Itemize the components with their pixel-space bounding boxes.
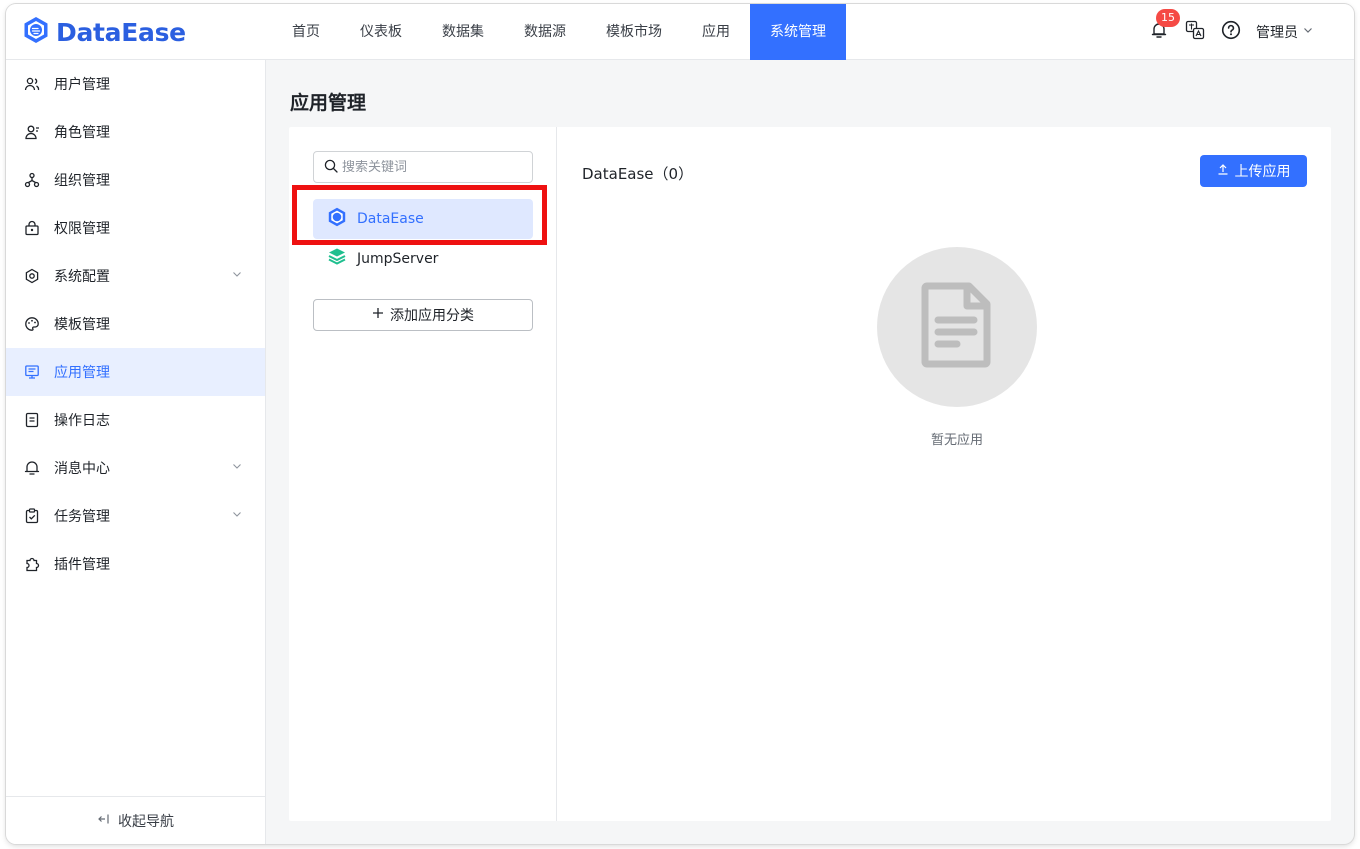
sidebar-item-plugin-management[interactable]: 插件管理 <box>6 540 265 588</box>
empty-state-text: 暂无应用 <box>930 433 983 448</box>
nav-item-system-management[interactable]: 系统管理 <box>750 4 846 60</box>
category-label: DataEase <box>357 211 424 227</box>
search-icon <box>324 158 338 177</box>
upload-icon <box>1217 163 1229 179</box>
jumpserver-logo-icon <box>327 247 347 271</box>
app-window: DataEase 首页 仪表板 数据集 数据源 模板市场 应用 系统管理 15 <box>6 4 1354 844</box>
bell-icon <box>24 460 40 476</box>
chevron-down-icon <box>231 460 243 476</box>
help-button[interactable] <box>1220 20 1242 44</box>
nav-item-apps[interactable]: 应用 <box>682 4 750 60</box>
sidebar-item-app-management[interactable]: 应用管理 <box>6 348 265 396</box>
chevron-down-icon <box>231 268 243 284</box>
dataease-logo-icon <box>22 16 50 48</box>
palette-icon <box>24 316 40 332</box>
sidebar-item-operation-log[interactable]: 操作日志 <box>6 396 265 444</box>
upload-app-button[interactable]: 上传应用 <box>1200 155 1307 187</box>
page-title: 应用管理 <box>290 92 367 114</box>
language-button[interactable] <box>1184 20 1206 44</box>
logo[interactable]: DataEase <box>22 14 186 50</box>
sidebar-item-label: 插件管理 <box>54 557 110 573</box>
top-bar: DataEase 首页 仪表板 数据集 数据源 模板市场 应用 系统管理 15 <box>6 4 1354 60</box>
app-list-area: DataEase（0） 上传应用 暂无应用 <box>558 127 1331 821</box>
users-icon <box>24 76 40 92</box>
gear-icon <box>24 268 40 284</box>
nav-item-dashboard[interactable]: 仪表板 <box>340 4 422 60</box>
app-panel: DataEase JumpServer 添加应用分类 <box>289 127 1331 821</box>
notification-badge: 15 <box>1156 9 1180 27</box>
chevron-down-icon <box>1302 24 1314 40</box>
user-menu[interactable]: 管理员 <box>1256 22 1314 42</box>
org-icon <box>24 172 40 188</box>
sidebar-item-role-management[interactable]: 角色管理 <box>6 108 265 156</box>
sidebar-item-org-management[interactable]: 组织管理 <box>6 156 265 204</box>
help-icon <box>1221 20 1241 44</box>
nav-item-template-market[interactable]: 模板市场 <box>586 4 682 60</box>
sidebar-item-system-config[interactable]: 系统配置 <box>6 252 265 300</box>
upload-app-label: 上传应用 <box>1234 164 1291 180</box>
sidebar-item-label: 角色管理 <box>54 125 110 141</box>
category-item-jumpserver[interactable]: JumpServer <box>313 239 533 279</box>
sidebar-item-template-management[interactable]: 模板管理 <box>6 300 265 348</box>
role-icon <box>24 124 40 140</box>
add-category-label: 添加应用分类 <box>390 308 474 324</box>
nav-item-datasource[interactable]: 数据源 <box>504 4 586 60</box>
header-actions: 15 管理员 <box>1148 4 1314 60</box>
category-column: DataEase JumpServer 添加应用分类 <box>289 127 557 821</box>
collapse-nav-label: 收起导航 <box>118 813 174 830</box>
sidebar-item-label: 消息中心 <box>54 461 110 477</box>
logo-text: DataEase <box>56 17 186 47</box>
sidebar-item-label: 应用管理 <box>54 365 110 381</box>
lock-icon <box>24 220 40 236</box>
collapse-arrow-icon <box>98 813 112 829</box>
sidebar-item-label: 操作日志 <box>54 413 110 429</box>
empty-state-illustration <box>877 247 1037 407</box>
sidebar: 用户管理 角色管理 组织管理 权限管理 系统配置 模板管理 应用管理 操作日志 … <box>6 60 266 844</box>
document-icon <box>24 412 40 428</box>
top-nav: 首页 仪表板 数据集 数据源 模板市场 应用 系统管理 <box>272 4 846 60</box>
collapse-nav-button[interactable]: 收起导航 <box>6 796 266 844</box>
category-title: DataEase（0） <box>582 165 694 183</box>
sidebar-item-label: 模板管理 <box>54 317 110 333</box>
category-item-dataease[interactable]: DataEase <box>313 199 533 239</box>
search-box[interactable] <box>313 151 533 183</box>
sidebar-item-permission-management[interactable]: 权限管理 <box>6 204 265 252</box>
dataease-logo-icon <box>327 207 347 231</box>
search-input[interactable] <box>342 159 522 175</box>
sidebar-item-user-management[interactable]: 用户管理 <box>6 60 265 108</box>
sidebar-item-label: 任务管理 <box>54 509 110 525</box>
nav-item-home[interactable]: 首页 <box>272 4 340 60</box>
nav-item-dataset[interactable]: 数据集 <box>422 4 504 60</box>
user-name: 管理员 <box>1256 25 1298 41</box>
monitor-icon <box>24 364 40 380</box>
chevron-down-icon <box>231 508 243 524</box>
sidebar-item-message-center[interactable]: 消息中心 <box>6 444 265 492</box>
category-label: JumpServer <box>357 251 439 267</box>
add-category-button[interactable]: 添加应用分类 <box>313 299 533 331</box>
plus-icon <box>372 307 384 323</box>
sidebar-item-label: 系统配置 <box>54 269 110 285</box>
sidebar-item-label: 用户管理 <box>54 77 110 93</box>
sidebar-item-task-management[interactable]: 任务管理 <box>6 492 265 540</box>
translate-icon <box>1185 20 1205 44</box>
clipboard-icon <box>24 508 40 524</box>
sidebar-item-label: 组织管理 <box>54 173 110 189</box>
empty-document-icon <box>921 282 993 372</box>
plugin-icon <box>24 556 40 572</box>
notification-button[interactable]: 15 <box>1148 9 1180 43</box>
sidebar-item-label: 权限管理 <box>54 221 110 237</box>
